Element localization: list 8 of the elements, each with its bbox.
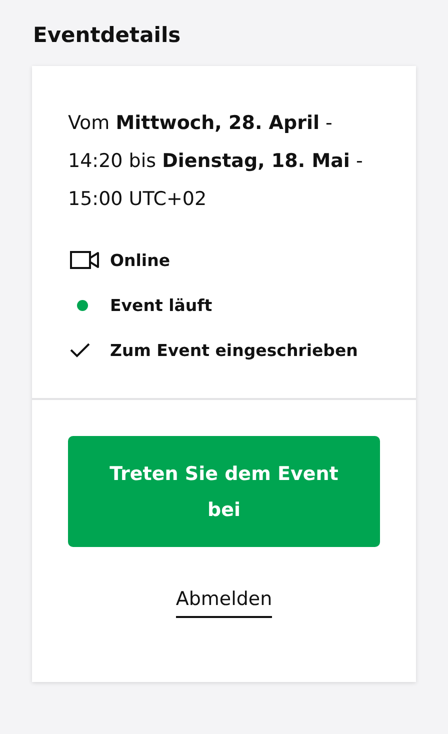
event-date: Vom Mittwoch, 28. April - 14:20 bis Dienstag, 18. Mai - 15:00 UTC+02 (68, 111, 364, 212)
section-heading: Eventdetails (33, 22, 182, 49)
unsubscribe-link[interactable]: Abmelden (176, 588, 272, 618)
info-label: Zum Event eingeschrieben (110, 340, 358, 360)
checkmark-icon (70, 342, 90, 358)
video-camera-icon (70, 250, 100, 270)
info-label: Event läuft (110, 296, 212, 314)
info-label: Online (110, 250, 170, 270)
